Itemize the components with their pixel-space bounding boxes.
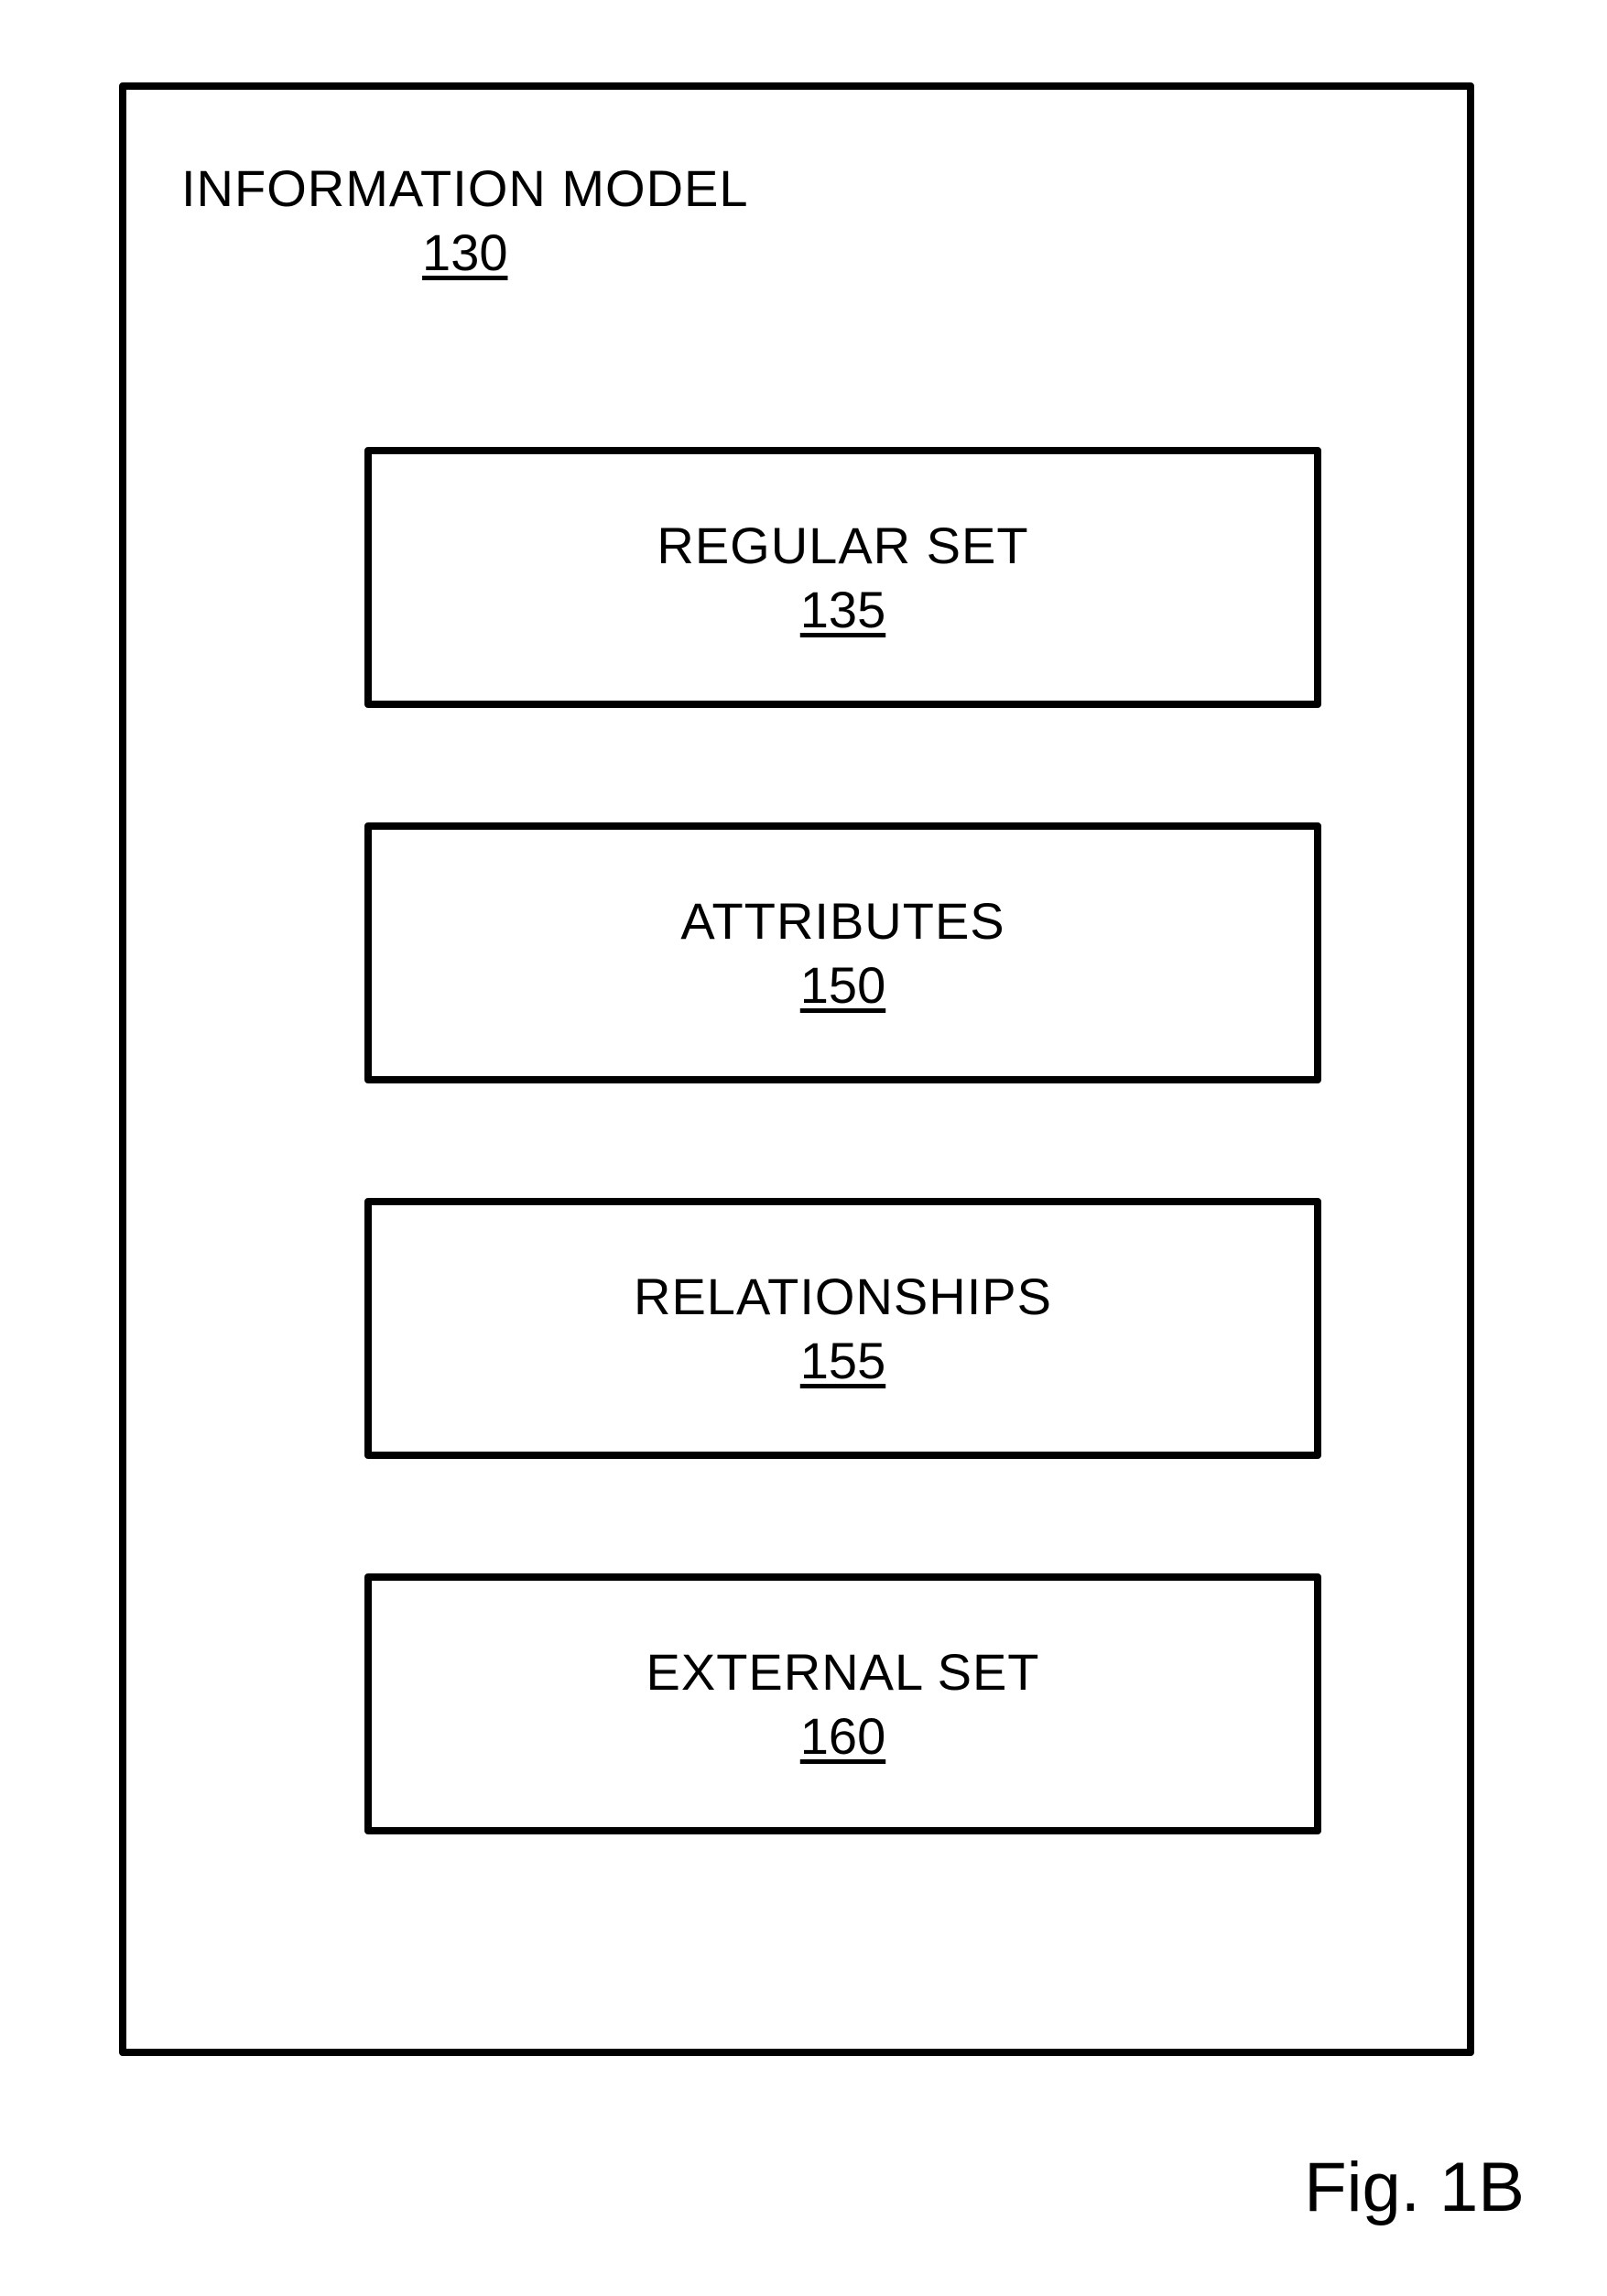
box-label: ATTRIBUTES [680, 891, 1004, 951]
regular-set-box: REGULAR SET 135 [364, 447, 1321, 708]
diagram-title: INFORMATION MODEL [181, 158, 749, 218]
box-ref: 150 [800, 955, 885, 1015]
box-ref: 160 [800, 1706, 885, 1766]
box-ref: 155 [800, 1331, 885, 1390]
box-label: RELATIONSHIPS [634, 1267, 1052, 1326]
outer-container: INFORMATION MODEL 130 REGULAR SET 135 AT… [119, 82, 1474, 2056]
diagram-title-ref: 130 [181, 223, 749, 282]
relationships-box: RELATIONSHIPS 155 [364, 1198, 1321, 1459]
box-label: REGULAR SET [657, 516, 1028, 575]
diagram-title-group: INFORMATION MODEL 130 [181, 158, 749, 282]
external-set-box: EXTERNAL SET 160 [364, 1573, 1321, 1834]
figure-caption: Fig. 1B [1304, 2148, 1525, 2227]
attributes-box: ATTRIBUTES 150 [364, 822, 1321, 1083]
box-ref: 135 [800, 580, 885, 639]
box-label: EXTERNAL SET [646, 1642, 1039, 1702]
